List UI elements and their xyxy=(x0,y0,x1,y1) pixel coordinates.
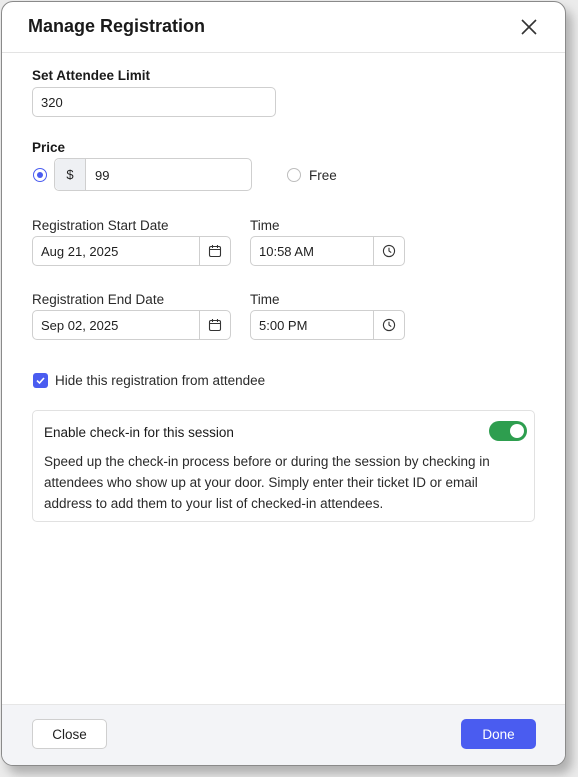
checkin-title: Enable check-in for this session xyxy=(44,425,234,440)
end-date-picker[interactable] xyxy=(199,311,230,339)
checkin-description: Speed up the check-in process before or … xyxy=(44,454,490,511)
end-time-label: Time xyxy=(250,292,280,307)
start-date-input[interactable]: Aug 21, 2025 xyxy=(32,236,231,266)
free-price-radio[interactable] xyxy=(287,168,301,182)
close-icon[interactable] xyxy=(519,17,539,37)
calendar-icon xyxy=(208,245,222,258)
end-time-value: 5:00 PM xyxy=(259,318,308,333)
calendar-icon xyxy=(208,319,222,332)
dialog-footer: Close Done xyxy=(2,704,565,765)
start-time-value: 10:58 AM xyxy=(259,244,314,259)
end-time-picker[interactable] xyxy=(373,311,404,339)
paid-price-radio[interactable] xyxy=(33,168,47,182)
attendee-limit-value: 320 xyxy=(41,95,63,110)
end-date-input[interactable]: Sep 02, 2025 xyxy=(32,310,231,340)
price-label: Price xyxy=(32,140,66,155)
start-date-value: Aug 21, 2025 xyxy=(41,244,119,259)
start-date-label: Registration Start Date xyxy=(32,218,169,233)
price-value: 99 xyxy=(95,168,110,183)
start-time-label: Time xyxy=(250,218,280,233)
price-input[interactable]: $ 99 xyxy=(54,158,252,191)
checkin-card: Enable check-in for this session Speed u… xyxy=(32,410,535,522)
done-button[interactable]: Done xyxy=(461,719,536,749)
clock-icon xyxy=(382,244,396,258)
end-date-label: Registration End Date xyxy=(32,292,165,307)
start-time-picker[interactable] xyxy=(373,237,404,265)
start-date-picker[interactable] xyxy=(199,237,230,265)
end-time-input[interactable]: 5:00 PM xyxy=(250,310,405,340)
currency-symbol: $ xyxy=(55,159,86,190)
attendee-limit-label: Set Attendee Limit xyxy=(32,68,151,83)
clock-icon xyxy=(382,318,396,332)
start-time-input[interactable]: 10:58 AM xyxy=(250,236,405,266)
hide-registration-checkbox[interactable] xyxy=(33,373,48,388)
checkmark-icon xyxy=(36,377,45,385)
end-date-value: Sep 02, 2025 xyxy=(41,318,119,333)
attendee-limit-input[interactable]: 320 xyxy=(32,87,276,117)
manage-registration-dialog: Manage Registration Set Attendee Limit 3… xyxy=(1,1,566,766)
checkin-toggle[interactable] xyxy=(489,421,527,441)
hide-registration-label: Hide this registration from attendee xyxy=(55,373,266,388)
dialog-title: Manage Registration xyxy=(28,16,206,36)
dialog-header: Manage Registration xyxy=(2,2,565,53)
close-button[interactable]: Close xyxy=(32,719,107,749)
free-label: Free xyxy=(309,168,337,183)
